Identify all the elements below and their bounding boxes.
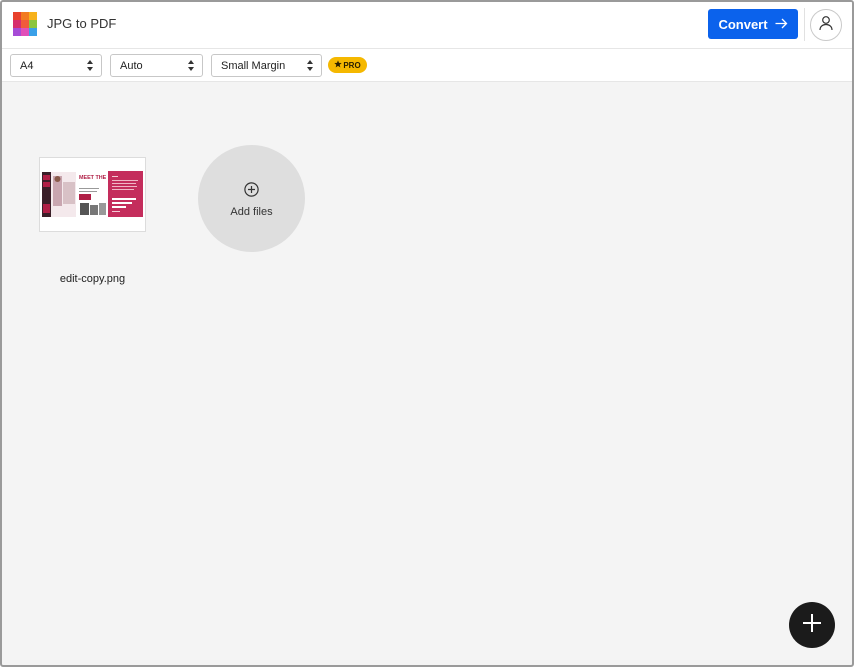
page-size-value: A4 (20, 59, 34, 72)
margin-select[interactable]: Small Margin (211, 54, 322, 77)
user-icon (818, 15, 834, 36)
pro-badge-label: PRO (343, 60, 361, 70)
thumbnail-preview-image: MEET THE BOXERS (40, 158, 145, 231)
plus-icon (802, 613, 822, 638)
convert-button[interactable]: Convert (708, 9, 798, 39)
app-grid-logo-icon (13, 12, 37, 36)
app-title: JPG to PDF (47, 16, 117, 31)
top-bar: JPG to PDF Convert (2, 2, 852, 49)
plus-circle-icon (244, 182, 259, 202)
star-icon (334, 60, 343, 70)
header-divider (804, 8, 805, 41)
orientation-select[interactable]: Auto (110, 54, 203, 77)
file-name: edit-copy.png (59, 273, 126, 285)
arrow-right-icon (775, 17, 788, 32)
add-fab-button[interactable] (789, 602, 835, 648)
app-window: JPG to PDF Convert A4 Auto Small Margin (0, 0, 854, 667)
pro-badge: PRO (328, 57, 367, 73)
options-toolbar: A4 Auto Small Margin PRO (2, 49, 852, 82)
select-caret-icon (307, 60, 313, 71)
add-files-label: Add files (230, 206, 273, 218)
file-thumbnail[interactable]: MEET THE BOXERS (39, 157, 146, 232)
select-caret-icon (87, 60, 93, 71)
margin-value: Small Margin (221, 59, 286, 72)
convert-button-label: Convert (718, 16, 768, 32)
page-size-select[interactable]: A4 (10, 54, 102, 77)
account-button[interactable] (810, 9, 842, 41)
orientation-value: Auto (120, 59, 143, 72)
add-files-button[interactable]: Add files (198, 145, 305, 252)
select-caret-icon (188, 60, 194, 71)
